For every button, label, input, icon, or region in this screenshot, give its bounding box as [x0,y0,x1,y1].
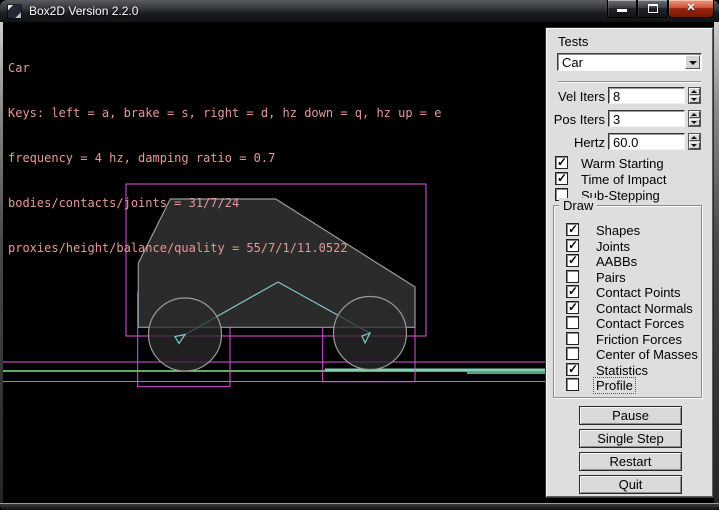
minimize-icon [617,9,627,12]
pos-iters-value: 3 [613,112,620,127]
time-of-impact-label: Time of Impact [581,172,666,187]
vel-iters-label: Vel Iters [547,89,605,104]
pairs-label: Pairs [596,270,626,285]
checkbox-icon[interactable] [566,239,579,252]
contact-points-label: Contact Points [596,285,681,300]
vel-iters-spinner[interactable] [688,87,701,104]
tests-dropdown[interactable]: Car [557,53,702,71]
warm-starting-label: Warm Starting [581,156,664,171]
hertz-label: Hertz [547,135,605,150]
tests-label: Tests [558,34,588,49]
checkbox-icon[interactable] [566,347,579,360]
chevron-down-icon [689,61,697,65]
debug-text-bodies: bodies/contacts/joints = 31/7/24 [8,196,441,211]
window-border-bottom [0,503,719,510]
control-panel: Tests Car Vel Iters 8 Pos Iters 3 [546,28,713,497]
pos-iters-spinner[interactable] [688,110,701,127]
joints-label: Joints [596,239,630,254]
friction-forces-label: Friction Forces [596,332,682,347]
contact-normals-label: Contact Normals [596,301,693,316]
spinner-up-icon[interactable] [689,111,700,118]
checkbox-icon[interactable] [566,363,579,376]
checkbox-icon[interactable] [566,378,579,391]
app-icon [8,5,21,18]
checkbox-icon[interactable] [566,301,579,314]
close-button[interactable]: ✕ [668,0,714,18]
maximize-button[interactable] [637,0,668,18]
separator [558,81,701,83]
debug-text-frequency: frequency = 4 hz, damping ratio = 0.7 [8,151,441,166]
hertz-input[interactable]: 60.0 [608,133,685,150]
checkbox-icon[interactable] [555,172,568,185]
shapes-label: Shapes [596,223,640,238]
center-of-masses-label: Center of Masses [596,347,698,362]
checkbox-icon[interactable] [566,270,579,283]
hertz-row: Hertz 60.0 [547,133,714,150]
single-step-button[interactable]: Single Step [579,429,682,448]
spinner-down-icon[interactable] [689,142,700,149]
pos-iters-input[interactable]: 3 [608,110,685,127]
pause-button[interactable]: Pause [579,406,682,425]
minimize-button[interactable] [607,0,637,18]
window-border-right [714,22,719,503]
restart-button[interactable]: Restart [579,452,682,471]
contact-forces-label: Contact Forces [596,316,684,331]
close-icon: ✕ [669,1,713,14]
draw-group: Draw Shapes Joints AABBs Pairs Contact P… [553,205,702,398]
simulation-canvas[interactable]: Car Keys: left = a, brake = s, right = d… [3,25,546,503]
hertz-value: 60.0 [613,135,638,150]
debug-text-proxies: proxies/height/balance/quality = 55/7/1/… [8,241,441,256]
checkbox-icon[interactable] [566,332,579,345]
vel-iters-row: Vel Iters 8 [547,87,714,104]
checkbox-icon[interactable] [566,223,579,236]
debug-text-keys: Keys: left = a, brake = s, right = d, hz… [8,106,441,121]
spinner-down-icon[interactable] [689,119,700,126]
app-window: Box2D Version 2.2.0 ✕ [0,0,719,510]
debug-text-title: Car [8,61,441,76]
statistics-label: Statistics [596,363,648,378]
debug-text-block: Car Keys: left = a, brake = s, right = d… [8,31,441,286]
profile-label: Profile [594,378,635,393]
vel-iters-value: 8 [613,89,620,104]
quit-button[interactable]: Quit [579,475,682,494]
spinner-up-icon[interactable] [689,134,700,141]
caption-buttons: ✕ [607,0,714,17]
titlebar[interactable]: Box2D Version 2.2.0 ✕ [0,0,719,23]
checkbox-icon[interactable] [555,156,568,169]
tests-dropdown-value: Car [562,55,583,70]
aabbs-label: AABBs [596,254,637,269]
draw-group-title: Draw [559,198,597,213]
hertz-spinner[interactable] [688,133,701,150]
window-title: Box2D Version 2.2.0 [29,4,138,18]
maximize-icon [648,4,658,13]
pos-iters-label: Pos Iters [547,112,605,127]
checkbox-icon[interactable] [566,254,579,267]
checkbox-icon[interactable] [566,285,579,298]
pos-iters-row: Pos Iters 3 [547,110,714,127]
spinner-down-icon[interactable] [689,96,700,103]
vel-iters-input[interactable]: 8 [608,87,685,104]
spinner-up-icon[interactable] [689,88,700,95]
checkbox-icon[interactable] [566,316,579,329]
tests-dropdown-button[interactable] [685,55,700,69]
